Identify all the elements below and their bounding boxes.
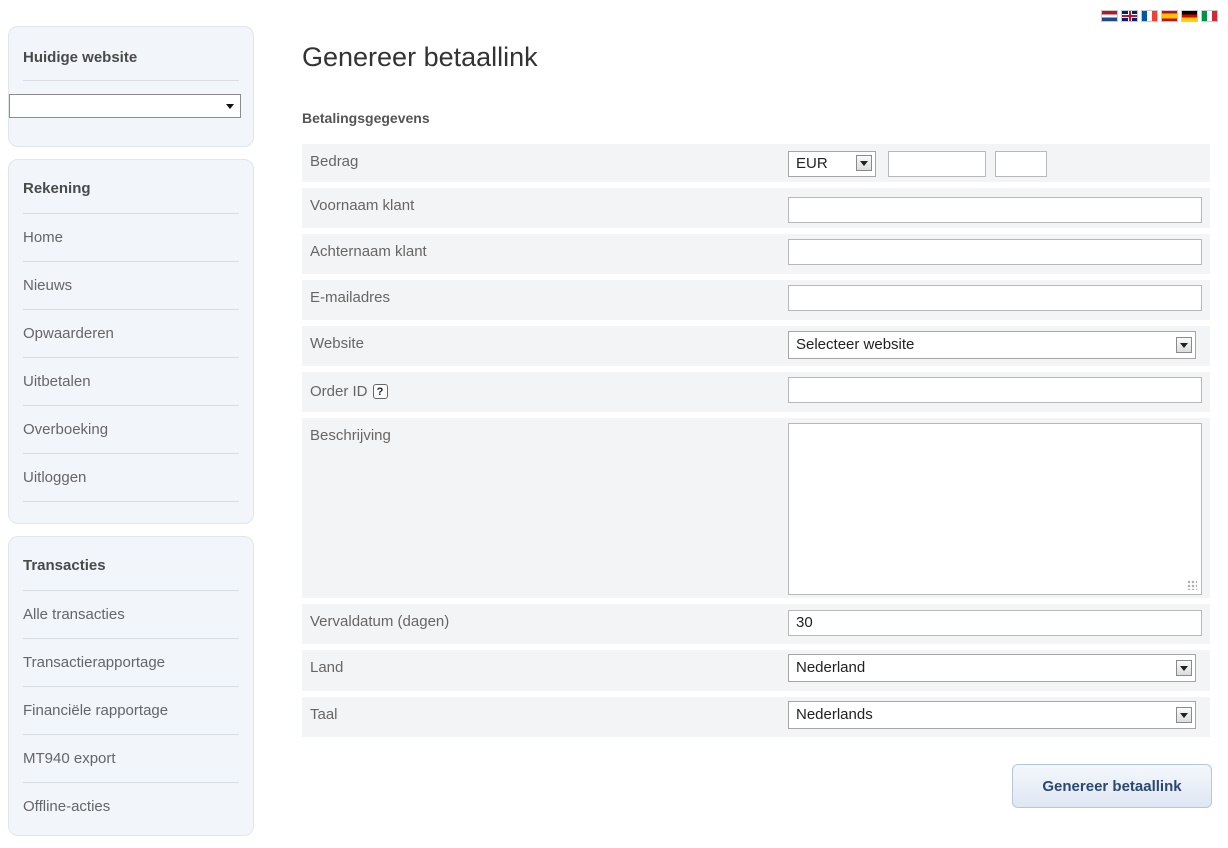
nav-item-financial-report[interactable]: Financiële rapportage bbox=[23, 687, 239, 735]
nav-item-transaction-report[interactable]: Transactierapportage bbox=[23, 639, 239, 687]
language-select[interactable]: Nederlands bbox=[788, 701, 1196, 729]
flag-gb-icon[interactable] bbox=[1121, 10, 1138, 22]
email-input[interactable] bbox=[788, 285, 1202, 311]
expiry-label: Vervaldatum (dagen) bbox=[310, 613, 450, 630]
flag-de-icon[interactable] bbox=[1181, 10, 1198, 22]
language-select-value: Nederlands bbox=[796, 706, 873, 723]
current-website-title: Huidige website bbox=[23, 49, 239, 81]
email-row: E-mailadres bbox=[302, 280, 1210, 320]
last-name-label: Achternaam klant bbox=[310, 243, 427, 260]
amount-row: Bedrag EUR bbox=[302, 144, 1210, 182]
website-select-value: Selecteer website bbox=[796, 336, 915, 353]
amount-label: Bedrag bbox=[310, 153, 359, 170]
expiry-row: Vervaldatum (dagen) 30 bbox=[302, 604, 1210, 644]
country-row: Land Nederland bbox=[302, 650, 1210, 691]
description-label: Beschrijving bbox=[310, 427, 391, 444]
account-panel: Rekening Home Nieuws Opwaarderen Uitbeta… bbox=[8, 159, 254, 524]
chevron-down-icon bbox=[1176, 707, 1192, 723]
order-id-label-wrap: Order ID ? bbox=[310, 383, 388, 400]
country-select-value: Nederland bbox=[796, 659, 866, 676]
nav-item-payout[interactable]: Uitbetalen bbox=[23, 358, 239, 406]
order-id-row: Order ID ? bbox=[302, 372, 1210, 412]
nav-item-logout[interactable]: Uitloggen bbox=[23, 454, 239, 502]
flag-es-icon[interactable] bbox=[1161, 10, 1178, 22]
nav-item-transfer[interactable]: Overboeking bbox=[23, 406, 239, 454]
first-name-row: Voornaam klant bbox=[302, 188, 1210, 228]
currency-value: EUR bbox=[796, 155, 828, 172]
nav-item-mt940-export[interactable]: MT940 export bbox=[23, 735, 239, 783]
nav-item-news[interactable]: Nieuws bbox=[23, 262, 239, 310]
generate-payment-link-button[interactable]: Genereer betaallink bbox=[1012, 764, 1212, 808]
account-title: Rekening bbox=[23, 180, 239, 214]
current-website-select-wrap bbox=[9, 94, 241, 118]
flag-fr-icon[interactable] bbox=[1141, 10, 1158, 22]
resize-grip-icon[interactable] bbox=[1187, 580, 1197, 590]
nav-item-all-transactions[interactable]: Alle transacties bbox=[23, 591, 239, 639]
flag-it-icon[interactable] bbox=[1201, 10, 1218, 22]
chevron-down-icon bbox=[226, 104, 234, 109]
last-name-row: Achternaam klant bbox=[302, 234, 1210, 274]
email-label: E-mailadres bbox=[310, 289, 391, 306]
nav-item-home[interactable]: Home bbox=[23, 214, 239, 262]
first-name-input[interactable] bbox=[788, 197, 1202, 223]
chevron-down-icon bbox=[856, 155, 872, 171]
nav-item-offline-actions[interactable]: Offline-acties bbox=[23, 783, 239, 830]
help-icon[interactable]: ? bbox=[372, 384, 388, 399]
amount-cents-input[interactable] bbox=[995, 151, 1047, 177]
chevron-down-icon bbox=[1176, 660, 1192, 676]
order-id-label: Order ID bbox=[310, 383, 368, 400]
sidebar: Huidige website Rekening Home Nieuws Opw… bbox=[8, 26, 254, 848]
language-flags bbox=[1101, 10, 1218, 22]
nav-item-topup[interactable]: Opwaarderen bbox=[23, 310, 239, 358]
current-website-panel: Huidige website bbox=[8, 26, 254, 147]
expiry-input[interactable]: 30 bbox=[788, 610, 1202, 636]
country-label: Land bbox=[310, 659, 344, 676]
transactions-panel: Transacties Alle transacties Transactier… bbox=[8, 536, 254, 836]
country-select[interactable]: Nederland bbox=[788, 654, 1196, 682]
page-title: Genereer betaallink bbox=[302, 42, 538, 72]
section-title: Betalingsgegevens bbox=[302, 110, 430, 126]
order-id-input[interactable] bbox=[788, 377, 1202, 403]
description-row: Beschrijving bbox=[302, 418, 1210, 598]
website-row: Website Selecteer website bbox=[302, 326, 1210, 366]
website-label: Website bbox=[310, 335, 364, 352]
chevron-down-icon bbox=[1176, 337, 1192, 353]
description-textarea[interactable] bbox=[788, 423, 1202, 595]
website-select[interactable]: Selecteer website bbox=[788, 331, 1196, 359]
last-name-input[interactable] bbox=[788, 239, 1202, 265]
first-name-label: Voornaam klant bbox=[310, 197, 415, 214]
payment-link-form: Bedrag EUR Voornaam klant Achternaam kla… bbox=[302, 144, 1210, 743]
currency-select[interactable]: EUR bbox=[788, 151, 876, 177]
amount-whole-input[interactable] bbox=[888, 151, 986, 177]
flag-nl-icon[interactable] bbox=[1101, 10, 1118, 22]
current-website-select[interactable] bbox=[9, 94, 241, 118]
language-row: Taal Nederlands bbox=[302, 697, 1210, 737]
transactions-title: Transacties bbox=[23, 557, 239, 591]
language-label: Taal bbox=[310, 706, 338, 723]
